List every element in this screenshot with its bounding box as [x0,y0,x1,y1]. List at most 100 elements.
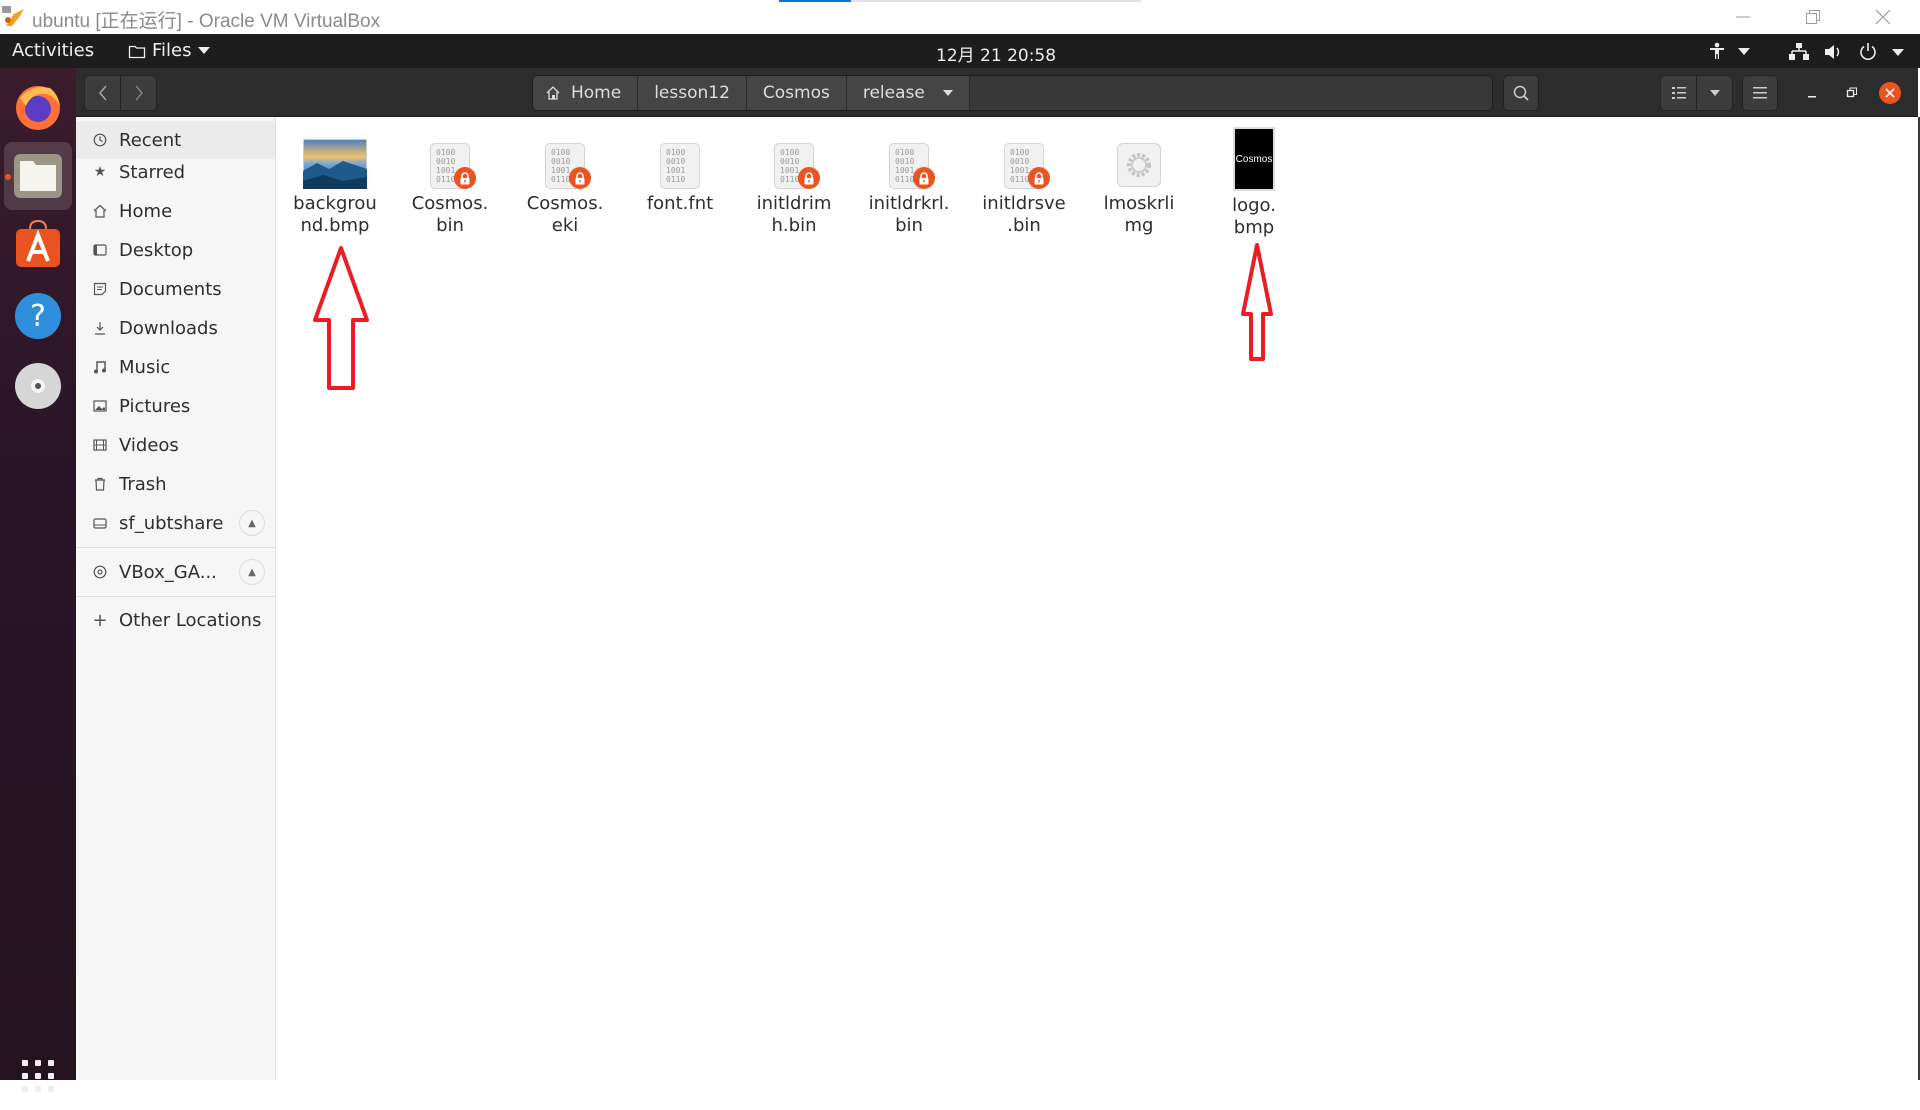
eject-button[interactable]: ▲ [239,510,265,536]
path-bar: Home lesson12 Cosmos release [532,75,1493,111]
file-item[interactable]: 0100 0010 1001 0110 initldrkrl. bin [855,125,963,237]
file-name: initldrsve .bin [974,193,1074,237]
sidebar-item-documents[interactable]: Documents [76,270,275,308]
main-menu-button[interactable] [1742,75,1778,111]
sidebar-item-label: Pictures [119,395,191,417]
restore-icon [1806,10,1820,24]
file-item[interactable]: 0100 0010 1001 0110 Cosmos. eki [511,125,619,237]
dock-optical-disc[interactable] [4,352,72,420]
file-name-line: lmoskrli [1103,193,1175,214]
close-window-button[interactable] [1860,0,1906,34]
running-indicator [5,174,11,180]
back-button[interactable] [84,75,121,111]
dock-files[interactable] [4,142,72,210]
sidebar-item-other-locations[interactable]: + Other Locations [76,601,275,639]
logo-thumbnail-icon: Cosmos [1222,125,1286,191]
file-item[interactable]: 0100 0010 1001 0110 font.fnt [626,125,734,215]
file-name-line: initldrkrl. [868,193,950,214]
file-name: lmoskrli mg [1089,193,1189,237]
apps-grid-icon [22,1060,54,1092]
minimize-icon [1808,96,1816,98]
minimize-button[interactable] [1720,0,1766,34]
breadcrumb-cosmos[interactable]: Cosmos [746,76,847,110]
file-item[interactable]: Cosmos logo. bmp [1200,125,1308,239]
hamburger-menu-icon [1753,87,1767,99]
file-name-line: eki [551,215,579,236]
places-sidebar: Recent ★ Starred Home Desktop Documents … [76,117,276,1080]
activities-button[interactable]: Activities [12,40,94,61]
breadcrumb-lesson12[interactable]: lesson12 [638,76,747,110]
file-item[interactable]: 0100 0010 1001 0110 Cosmos. bin [396,125,504,237]
sidebar-item-home[interactable]: Home [76,192,275,230]
dock-help[interactable]: ? [4,282,72,350]
folder-icon [128,45,146,58]
sidebar-item-label: Starred [119,161,186,183]
breadcrumb-label: Home [571,83,622,103]
sidebar-item-label: Documents [119,278,222,300]
files-app-menu[interactable]: Files [128,40,210,61]
chevron-down-icon [1738,47,1750,55]
sidebar-item-desktop[interactable]: Desktop [76,231,275,269]
sidebar-item-pictures[interactable]: Pictures [76,387,275,425]
file-name: backgrou nd.bmp [285,193,385,237]
gnome-top-bar: Activities Files 12月 21 20:58 [0,34,1920,68]
file-name: initldrim h.bin [744,193,844,237]
breadcrumb-home[interactable]: Home [533,76,639,110]
breadcrumb-release[interactable]: release [846,76,970,110]
virtualbox-logo-icon [2,6,26,28]
sidebar-item-sf-ubtshare[interactable]: sf_ubtshare ▲ [76,504,275,542]
system-menu[interactable] [1788,42,1904,62]
annotation-arrow-background [313,246,369,390]
sidebar-item-label: VBox_GA... [119,561,217,583]
view-options-button[interactable] [1696,75,1733,111]
sidebar-item-music[interactable]: Music [76,348,275,386]
show-applications-button[interactable] [4,1042,72,1110]
binary-file-locked-icon: 0100 0010 1001 0110 [533,125,597,189]
sidebar-item-trash[interactable]: Trash [76,465,275,503]
chevron-down-icon [1709,90,1720,96]
dock-ubuntu-software[interactable] [4,210,72,278]
accessibility-menu[interactable] [1708,42,1750,60]
restore-button[interactable] [1790,0,1836,34]
file-name-line: bmp [1233,217,1275,238]
forward-button[interactable] [120,75,157,111]
binary-file-locked-icon: 0100 0010 1001 0110 [762,125,826,189]
breadcrumb-label: Cosmos [762,83,830,103]
window-maximize-button[interactable] [1842,83,1862,103]
sidebar-item-label: Recent [119,129,182,151]
binary-file-locked-icon: 0100 0010 1001 0110 [877,125,941,189]
file-name-line: .bin [1007,215,1041,236]
window-close-button[interactable] [1879,82,1901,104]
file-item[interactable]: 0100 0010 1001 0110 initldrim h.bin [740,125,848,237]
file-item[interactable]: lmoskrli mg [1085,125,1193,237]
lock-icon [1028,167,1050,189]
file-name: font.fnt [630,193,730,215]
clock[interactable]: 12月 21 20:58 [936,41,1056,66]
files-header-bar: Home lesson12 Cosmos release [76,68,1918,117]
sidebar-item-label: Videos [119,434,179,456]
lock-icon [569,167,591,189]
sidebar-item-downloads[interactable]: Downloads [76,309,275,347]
file-item[interactable]: backgrou nd.bmp [281,125,389,237]
sidebar-item-label: Home [119,200,173,222]
file-item[interactable]: 0100 0010 1001 0110 initldrsve .bin [970,125,1078,237]
dock-firefox[interactable] [4,72,72,140]
window-minimize-button[interactable] [1802,83,1822,103]
files-icon [14,154,62,198]
sidebar-item-videos[interactable]: Videos [76,426,275,464]
view-list-button[interactable] [1660,75,1697,111]
vm-progress-fill [779,0,852,2]
sidebar-item-starred[interactable]: ★ Starred [76,153,275,191]
file-name-line: nd.bmp [300,215,370,236]
sidebar-item-vbox-ga[interactable]: VBox_GA... ▲ [76,553,275,591]
search-icon [1513,85,1529,101]
plus-icon: + [92,609,108,631]
search-button[interactable] [1503,75,1539,111]
file-view: backgrou nd.bmp 0100 0010 1001 0110 Cosmos.… [277,117,1918,1080]
sidebar-item-label: sf_ubtshare [119,512,224,534]
eject-button[interactable]: ▲ [239,559,265,585]
software-store-icon [16,219,60,267]
file-name-line: logo. [1232,195,1276,216]
file-name-line: backgrou [293,193,377,214]
chevron-right-icon [134,85,143,101]
